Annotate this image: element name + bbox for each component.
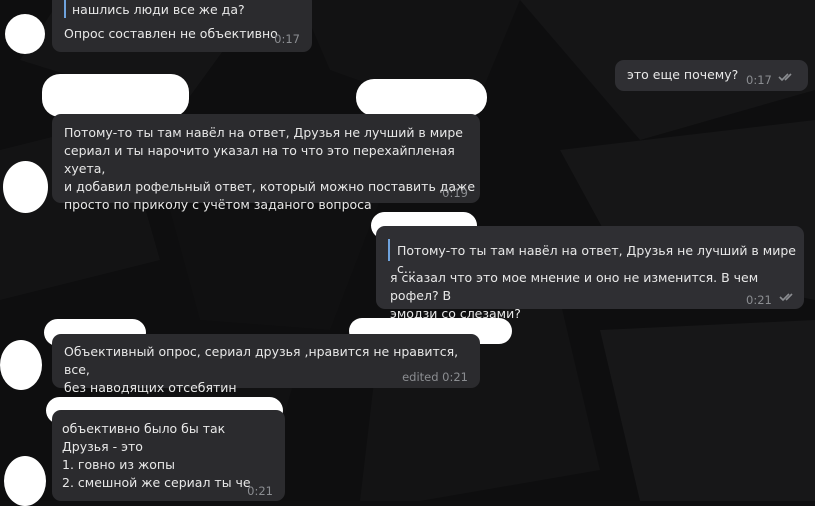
message-text: это еще почему? bbox=[627, 67, 739, 82]
message-text: Потому-то ты там навёл на ответ, Друзья … bbox=[64, 125, 476, 212]
message-bubble-1[interactable]: нашлись люди все же да? Опрос составлен … bbox=[52, 0, 312, 52]
message-time: 0:19 bbox=[442, 186, 468, 200]
read-checkmarks-icon bbox=[779, 293, 793, 302]
read-checkmarks-icon bbox=[778, 73, 792, 82]
message-time: edited 0:21 bbox=[402, 370, 468, 384]
message-text: объективно было бы так Друзья - это 1. г… bbox=[62, 421, 251, 490]
message-time: 0:21 bbox=[746, 293, 772, 307]
message-time: 0:21 bbox=[247, 484, 273, 498]
message-text: я сказал что это мое мнение и оно не изм… bbox=[390, 270, 759, 321]
message-text: Опрос составлен не объективно bbox=[64, 26, 278, 41]
message-bubble-6[interactable]: объективно было бы так Друзья - это 1. г… bbox=[52, 410, 285, 501]
message-text: нашлись люди все же да? bbox=[72, 2, 245, 17]
message-bubble-5[interactable]: Объективный опрос, сериал друзья ,нравит… bbox=[52, 334, 480, 395]
message-bubble-3[interactable]: Потому-то ты там навёл на ответ, Друзья … bbox=[52, 114, 480, 212]
sender-name-redacted bbox=[42, 74, 189, 117]
message-time: 0:17 bbox=[274, 32, 300, 46]
avatar[interactable] bbox=[5, 14, 45, 54]
reply-quote-bar bbox=[388, 239, 390, 261]
reply-quote-bar bbox=[64, 0, 66, 18]
avatar[interactable] bbox=[3, 161, 48, 213]
avatar[interactable] bbox=[0, 340, 42, 390]
avatar[interactable] bbox=[4, 456, 46, 506]
message-bubble-4[interactable]: Потому-то ты там навёл на ответ, Друзья … bbox=[376, 226, 804, 321]
message-bubble-2[interactable]: это еще почему? 0:17 bbox=[615, 60, 808, 91]
message-time: 0:17 bbox=[746, 73, 772, 87]
sender-name-redacted bbox=[356, 79, 487, 116]
